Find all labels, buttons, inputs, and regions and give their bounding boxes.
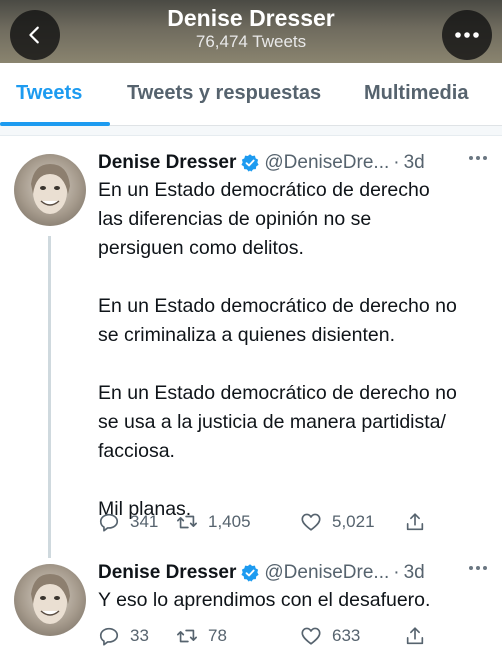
share-button[interactable] — [404, 622, 436, 650]
like-count: 633 — [332, 626, 361, 645]
retweet-icon — [177, 629, 197, 643]
tweet-count: 76,474 Tweets — [195, 32, 307, 51]
retweet-icon — [177, 515, 197, 529]
author-name[interactable]: Denise Dresser — [98, 152, 236, 174]
tweet[interactable]: Denise Dresser @DeniseDre... · 3d Y eso … — [0, 556, 502, 655]
author-handle[interactable]: @DeniseDre... — [264, 152, 389, 174]
profile-photo-icon — [31, 164, 70, 214]
page-title: Denise Dresser — [167, 5, 335, 31]
reply-icon — [99, 513, 119, 532]
tweet-more-icon[interactable] — [468, 565, 488, 571]
reply-count: 33 — [130, 626, 149, 645]
author-name[interactable]: Denise Dresser — [98, 562, 236, 584]
tweet-timestamp[interactable]: 3d — [404, 562, 425, 584]
like-button[interactable]: 633 — [300, 622, 360, 650]
retweet-button[interactable]: 78 — [176, 622, 227, 650]
header-title-block: Denise Dresser 76,474 Tweets — [0, 5, 502, 52]
reply-icon — [99, 627, 119, 646]
tweet[interactable]: Denise Dresser @DeniseDre... · 3d En un … — [0, 140, 502, 558]
heart-icon — [301, 627, 321, 645]
section-divider — [0, 126, 502, 136]
ellipsis-icon — [455, 32, 479, 38]
share-icon — [406, 513, 424, 531]
reply-count: 341 — [130, 512, 159, 531]
tweet-text: Y eso lo aprendimos con el desafuero. — [98, 589, 431, 611]
tab-media[interactable]: Multimedia — [364, 82, 468, 105]
tweet-more-icon[interactable] — [468, 155, 488, 161]
like-count: 5,021 — [332, 512, 375, 531]
reply-button[interactable]: 341 — [98, 508, 158, 536]
verified-badge-icon — [241, 564, 259, 582]
avatar[interactable] — [14, 154, 86, 226]
verified-badge-icon — [241, 154, 259, 172]
tweet-header: Denise Dresser @DeniseDre... · 3d — [98, 560, 492, 586]
tab-tweets-and-replies[interactable]: Tweets y respuestas — [127, 82, 321, 105]
more-options-button[interactable] — [442, 10, 492, 60]
reply-button[interactable]: 33 — [98, 622, 149, 650]
share-button[interactable] — [404, 508, 436, 536]
share-icon — [406, 627, 424, 645]
tab-tweets[interactable]: Tweets — [16, 82, 82, 105]
like-button[interactable]: 5,021 — [300, 508, 375, 536]
avatar[interactable] — [14, 564, 86, 636]
separator-dot: · — [393, 152, 400, 173]
profile-tabs: Tweets Tweets y respuestas Multimedia — [0, 63, 502, 126]
tweet-text: En un Estado democrático de derecho las … — [98, 179, 457, 520]
tweet-timestamp[interactable]: 3d — [404, 152, 425, 174]
retweet-count: 78 — [208, 626, 227, 645]
author-handle[interactable]: @DeniseDre... — [264, 562, 389, 584]
retweet-count: 1,405 — [208, 512, 251, 531]
retweet-button[interactable]: 1,405 — [176, 508, 251, 536]
separator-dot: · — [393, 562, 400, 583]
heart-icon — [301, 513, 321, 531]
thread-line — [48, 236, 51, 558]
profile-header: Denise Dresser 76,474 Tweets — [0, 0, 502, 63]
profile-photo-icon — [31, 574, 70, 624]
tweet-header: Denise Dresser @DeniseDre... · 3d — [98, 150, 492, 176]
